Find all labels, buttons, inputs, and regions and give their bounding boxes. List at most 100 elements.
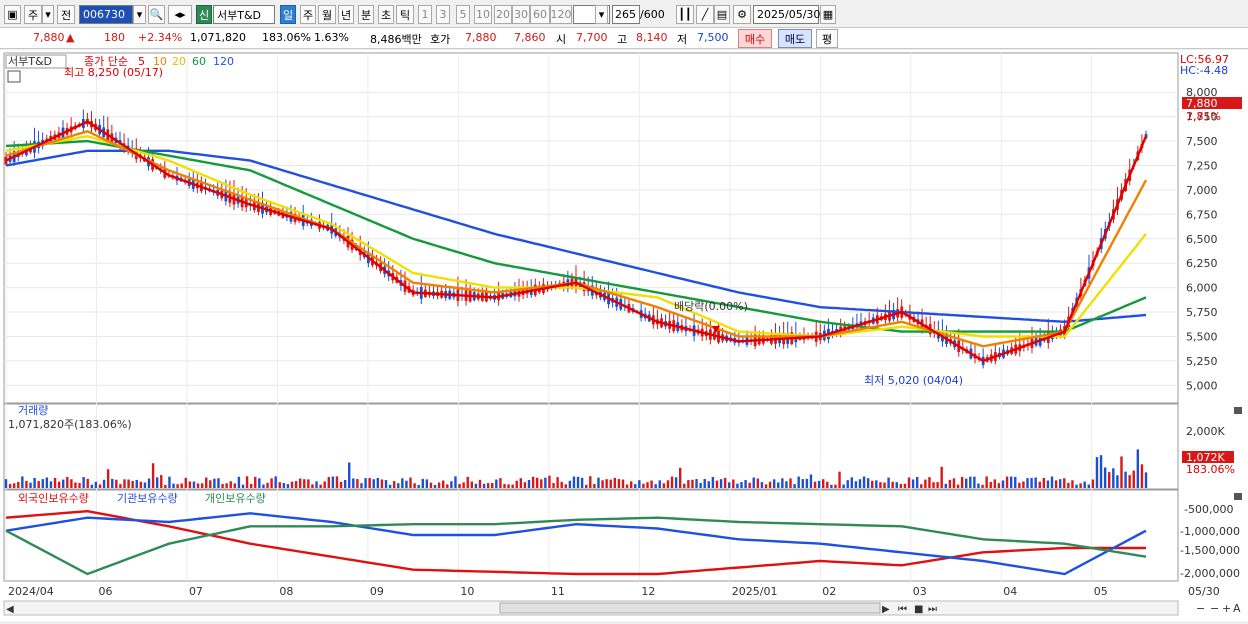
period-minute[interactable]: 분 (358, 5, 374, 24)
prev-button[interactable]: 전 (57, 5, 75, 24)
volume-bar (311, 484, 314, 488)
volume-bar (997, 483, 1001, 488)
volume-bar (372, 479, 375, 488)
table-icon[interactable] (7, 70, 21, 83)
range-input[interactable]: 265 (612, 5, 640, 24)
gear-icon[interactable]: ⚙ (733, 5, 751, 24)
price-panel-frame (3, 52, 1179, 404)
period-tick[interactable]: 틱 (396, 5, 414, 24)
window-icon[interactable]: ▣ (4, 5, 21, 24)
volume-bar (335, 476, 339, 488)
rewind-icon[interactable]: ⏮ (898, 604, 907, 615)
volume-bar (842, 484, 845, 488)
period-month[interactable]: 월 (318, 5, 336, 24)
hc-label: HC:-4.48 (1180, 64, 1228, 77)
count-20[interactable]: 20 (494, 5, 512, 24)
count-5[interactable]: 5 (456, 5, 470, 24)
sell-button[interactable]: 매도 (778, 29, 812, 48)
volume-bar (911, 479, 915, 488)
volume-bar (298, 478, 302, 488)
volume-bar (597, 477, 600, 488)
y-tick-label: 7,500 (1186, 135, 1218, 148)
volume-bar (303, 479, 306, 488)
volume-bar (1038, 481, 1041, 488)
period-year[interactable]: 년 (338, 5, 354, 24)
volume-title: 거래량 (18, 404, 48, 417)
volume-bar (989, 481, 992, 488)
count-30[interactable]: 30 (512, 5, 530, 24)
average-button[interactable]: 평 (816, 29, 838, 48)
volume-bar (106, 469, 110, 488)
volume-bar (1103, 467, 1107, 488)
high-price: 8,140 (636, 31, 668, 44)
buy-button[interactable]: 매수 (738, 29, 772, 48)
volume-bar (425, 479, 429, 488)
dividend-annotation: 배당락(0.00%) (674, 300, 748, 313)
holding-foreign-label: 외국인보유수량 (18, 492, 89, 505)
zoom-in-icon[interactable]: + (1222, 602, 1231, 615)
volume-bar (339, 481, 343, 488)
volume-bar (580, 477, 584, 488)
trade-amount: 8,486백만 (370, 33, 422, 46)
scroll-right-icon[interactable]: ▶ (882, 604, 890, 615)
volume-bar (1026, 478, 1029, 488)
code-dropdown-icon[interactable]: ▾ (133, 5, 146, 24)
change-pct: +2.34% (138, 31, 183, 44)
date-input[interactable]: 2025/05/30 (753, 5, 820, 24)
search-icon[interactable]: 🔍 (148, 5, 165, 24)
new-button[interactable]: 신 (196, 5, 212, 24)
count-3[interactable]: 3 (436, 5, 450, 24)
volume-bar (237, 476, 241, 488)
volume-bar (37, 481, 40, 488)
volume-bar (86, 478, 89, 488)
volume-bar (695, 478, 698, 488)
x-tick-label: 05/30 (1188, 585, 1220, 598)
candle-icon[interactable]: ┃┃ (676, 5, 694, 24)
market-type-button[interactable]: 주 (24, 5, 42, 24)
y-tick-label: 5,500 (1186, 330, 1218, 343)
volume-close-icon[interactable] (1234, 407, 1242, 414)
scroll-left-icon[interactable]: ◀ (6, 604, 14, 615)
chevron-down-icon[interactable]: ▾ (42, 5, 54, 24)
volume-bar (1063, 478, 1066, 488)
scrollbar-thumb[interactable] (499, 602, 881, 614)
chart-area[interactable]: 5,000 5,250 5,500 5,750 6,000 6,250 6,500 6,750… (0, 50, 1248, 621)
volume-axis-label: 2,000K (1186, 425, 1225, 438)
zoom-out-icon[interactable]: − (1196, 602, 1205, 615)
volume-bar (969, 476, 972, 488)
period-second[interactable]: 초 (378, 5, 394, 24)
save-icon[interactable]: ▤ (714, 5, 730, 24)
volume-bar (160, 475, 163, 488)
volume-bar (1091, 479, 1095, 488)
volume-bar (748, 482, 751, 488)
forward-icon[interactable]: ⏭ (928, 604, 937, 615)
count-60[interactable]: 60 (530, 5, 550, 24)
volume-bar (797, 476, 800, 488)
volume-bar (421, 478, 424, 488)
volume-bar (478, 479, 482, 488)
volume-bar (307, 479, 310, 488)
line-icon[interactable]: ╱ (696, 5, 714, 24)
stop-icon[interactable]: ■ (914, 604, 923, 615)
period-day[interactable]: 일 (280, 5, 296, 24)
stock-name-field[interactable]: 서부T&D (213, 5, 275, 24)
volume-bar (315, 481, 318, 488)
count-120[interactable]: 120 (550, 5, 572, 24)
volume-bar (1099, 455, 1103, 488)
stock-code-input[interactable]: 006730 (79, 5, 133, 24)
volume-bar (858, 479, 862, 488)
y-axis-labels: 5,000 5,250 5,500 5,750 6,000 6,250 6,500 6,750… (1186, 86, 1218, 392)
font-size-icon[interactable]: A (1233, 602, 1241, 615)
holding-close-icon[interactable] (1234, 493, 1242, 500)
period-week[interactable]: 주 (300, 5, 316, 24)
count-1[interactable]: 1 (418, 5, 432, 24)
holding-axis-2: -1,000,000 (1180, 525, 1240, 538)
speaker-icon[interactable]: ◂▸ (168, 5, 192, 24)
volume-bar (188, 481, 192, 488)
volume-bar (540, 479, 543, 488)
high-label: 고 (617, 33, 628, 46)
count-dropdown-icon[interactable]: ▾ (595, 5, 608, 24)
count-10[interactable]: 10 (474, 5, 492, 24)
calendar-icon[interactable]: ▦ (820, 5, 836, 24)
zoom-reset-icon[interactable]: − (1210, 602, 1219, 615)
